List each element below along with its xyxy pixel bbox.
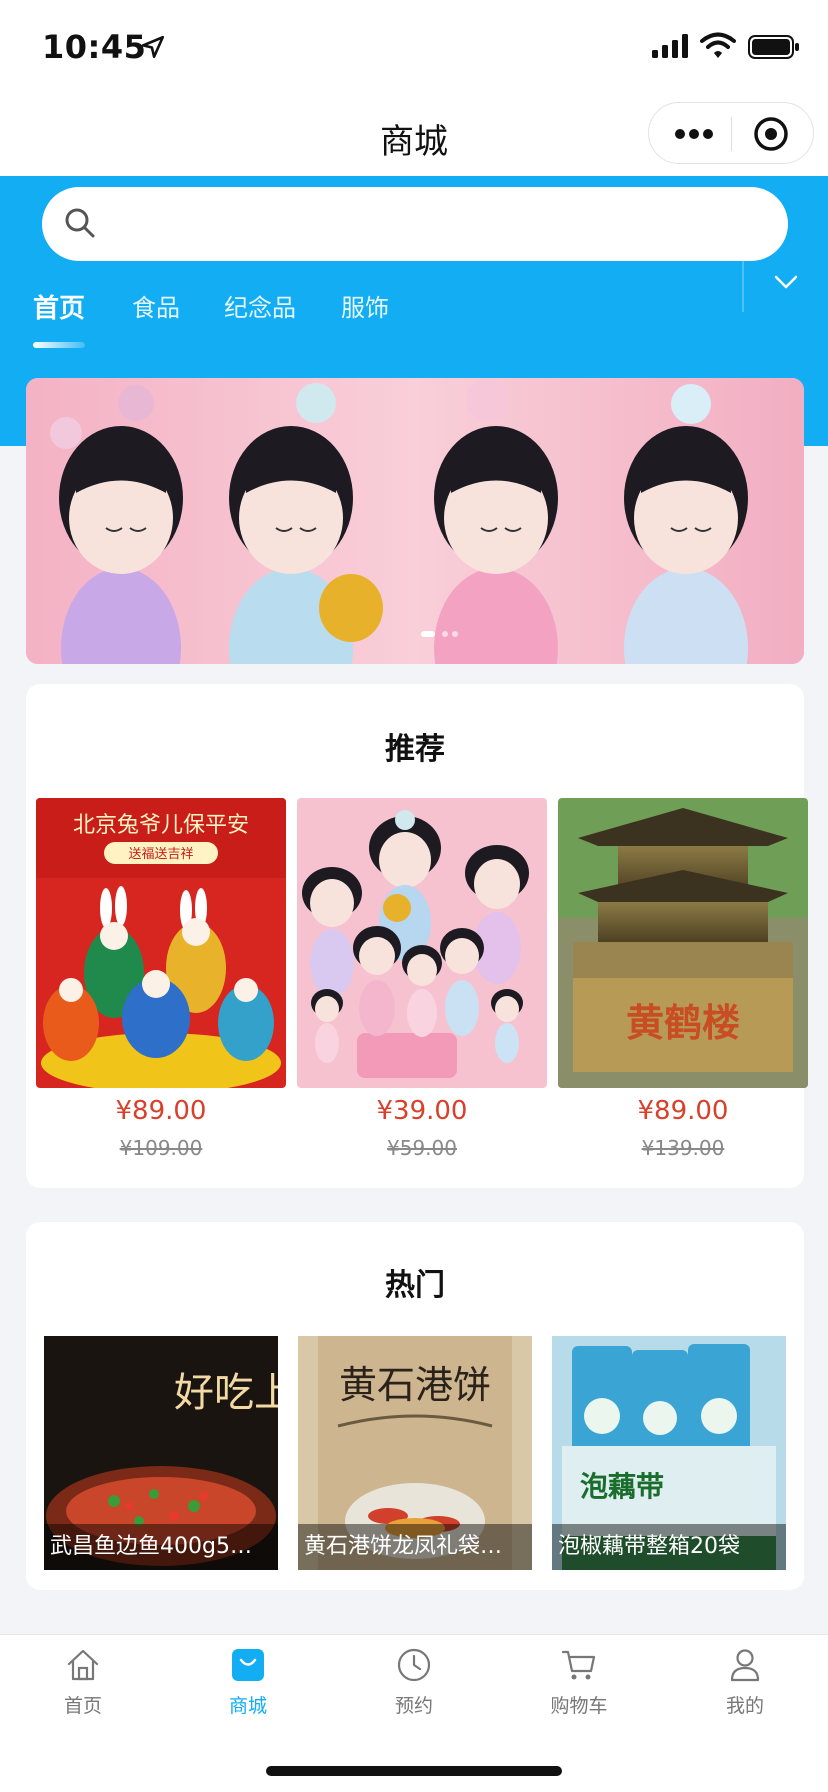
tabbar-item-mine[interactable]: 我的: [690, 1645, 800, 1718]
hot-product-card[interactable]: 泡藕带 泡椒藕带整箱20袋: [552, 1336, 786, 1570]
carousel-dots: [421, 631, 458, 637]
product-name: 武昌鱼边鱼400g5…: [44, 1524, 278, 1570]
product-price: ¥89.00: [637, 1096, 729, 1126]
tab-food[interactable]: 食品: [132, 288, 180, 323]
image-text-title: 北京兔爷儿保平安: [73, 813, 249, 838]
cart-icon: [561, 1650, 596, 1680]
nav-bar: 商城: [0, 94, 828, 176]
image-text-slogan: 好吃上瘾: [174, 1370, 278, 1416]
shop-bag-icon: [232, 1649, 264, 1681]
image-text-brand: 黄石港饼: [339, 1363, 491, 1407]
hot-product-card[interactable]: 好吃上瘾 武昌鱼边鱼400g5…: [44, 1336, 278, 1570]
section-title: 热门: [385, 1268, 445, 1303]
tab-souvenir[interactable]: 纪念品: [224, 288, 296, 323]
product-original-price: ¥59.00: [387, 1136, 457, 1160]
tabbar-item-home[interactable]: 首页: [28, 1645, 138, 1718]
status-time: 10:45: [42, 28, 147, 66]
home-icon: [67, 1649, 99, 1681]
status-bar: 10:45: [0, 0, 828, 94]
product-image: 北京兔爷儿保平安 送福送吉祥: [36, 798, 286, 1088]
banner-dolls-image: [26, 378, 804, 664]
search-input[interactable]: [42, 187, 788, 261]
hot-product-card[interactable]: 黄石港饼 黄石港饼龙凤礼袋…: [298, 1336, 532, 1570]
promo-banner[interactable]: [26, 378, 804, 664]
close-target-icon[interactable]: [753, 116, 789, 152]
active-tab-indicator: [33, 342, 85, 348]
more-dots-icon[interactable]: [673, 119, 715, 149]
cellular-signal-icon: [652, 34, 688, 58]
mini-program-capsule: [648, 102, 814, 164]
recommend-section: 推荐 北京兔爷儿保平安 送福送吉祥 ¥89.00 ¥109.00 ¥39.00 …: [26, 684, 808, 1188]
tabbar-label: 购物车: [550, 1695, 608, 1717]
image-text-sub: 送福送吉祥: [128, 847, 193, 862]
home-indicator: [266, 1766, 562, 1776]
product-name: 泡椒藕带整箱20袋: [552, 1524, 786, 1570]
image-text-landmark: 黄鹤楼: [626, 1000, 740, 1045]
tabbar-label: 首页: [63, 1695, 102, 1717]
tabbar-label: 预约: [394, 1695, 433, 1717]
battery-icon: [748, 35, 799, 59]
product-original-price: ¥109.00: [119, 1136, 203, 1160]
section-title: 推荐: [385, 732, 445, 767]
category-tabs: 首页 食品 纪念品 服饰: [0, 288, 740, 348]
tab-clothing[interactable]: 服饰: [341, 288, 389, 323]
tabbar-label: 商城: [228, 1695, 267, 1717]
product-card[interactable]: 北京兔爷儿保平安 送福送吉祥 ¥89.00 ¥109.00: [36, 798, 286, 1160]
tab-divider: [742, 248, 744, 312]
product-price: ¥89.00: [115, 1096, 207, 1126]
tabbar-item-shop[interactable]: 商城: [193, 1645, 303, 1718]
clock-icon: [397, 1648, 431, 1682]
hot-section: 热门 好吃上瘾 武昌鱼边鱼400g5… 黄石港饼 黄石港饼龙凤礼袋…: [26, 1222, 804, 1590]
product-price: ¥39.00: [376, 1096, 468, 1126]
product-card[interactable]: 黄鹤楼 ¥89.00 ¥139.00: [558, 798, 808, 1160]
tabbar-label: 我的: [725, 1695, 764, 1717]
search-icon: [65, 208, 95, 238]
tab-home[interactable]: 首页: [33, 288, 85, 325]
product-card[interactable]: ¥39.00 ¥59.00: [297, 798, 547, 1160]
product-original-price: ¥139.00: [641, 1136, 725, 1160]
wifi-icon: [700, 32, 736, 58]
product-name: 黄石港饼龙凤礼袋…: [298, 1524, 532, 1570]
tabbar-item-reservation[interactable]: 预约: [359, 1645, 469, 1718]
location-arrow-icon: [141, 35, 165, 59]
image-text-brand: 泡藕带: [580, 1470, 664, 1503]
product-image: [297, 798, 547, 1088]
chevron-down-icon[interactable]: [772, 268, 800, 296]
product-image: 黄鹤楼: [558, 798, 808, 1088]
capsule-divider: [731, 117, 732, 151]
user-icon: [730, 1649, 760, 1682]
tabbar-item-cart[interactable]: 购物车: [524, 1645, 634, 1718]
